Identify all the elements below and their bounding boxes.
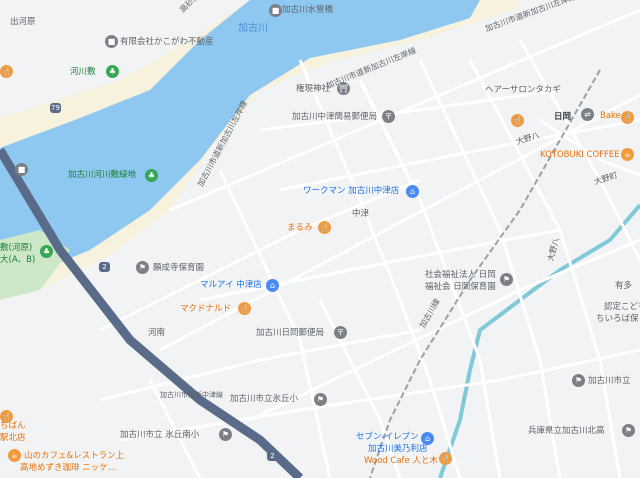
poi-label[interactable]: 高地めずき珈琲 ニッケ… bbox=[20, 463, 116, 473]
poi-label[interactable]: マクドナルド bbox=[180, 304, 231, 314]
place-label[interactable]: ちいろば保 bbox=[596, 314, 639, 324]
park-label[interactable]: 加古川河川敷緑地 bbox=[68, 170, 136, 180]
place-label[interactable]: 加古川市立氷丘小 bbox=[230, 394, 298, 404]
tree-icon[interactable]: ♣ bbox=[40, 245, 53, 258]
cafe-icon[interactable]: ☕ bbox=[621, 148, 634, 161]
place-label[interactable]: 願成寺保育園 bbox=[153, 263, 204, 273]
place-label[interactable]: 加古川日岡郵便局 bbox=[256, 328, 324, 338]
school-icon[interactable]: ⚑ bbox=[136, 261, 149, 274]
cafe-icon[interactable]: ☕ bbox=[8, 449, 21, 462]
building-icon[interactable]: ■ bbox=[15, 163, 28, 176]
post-office-icon[interactable]: 〒 bbox=[334, 326, 347, 339]
poi-label[interactable]: まるみ bbox=[287, 223, 313, 233]
route-shield: 2 bbox=[267, 451, 278, 461]
place-label[interactable]: 兵庫県立加古川北高 bbox=[528, 426, 605, 436]
shopping-bag-icon[interactable]: ⌂ bbox=[266, 279, 279, 292]
park-label[interactable]: 敷(河原) bbox=[0, 243, 32, 253]
tree-icon[interactable]: ♣ bbox=[106, 65, 119, 78]
poi-label[interactable]: KOTOBUKI COFFEE bbox=[540, 150, 620, 160]
place-label[interactable]: 権現神社 bbox=[296, 84, 330, 94]
building-icon[interactable]: ■ bbox=[269, 4, 282, 17]
poi-label[interactable]: 加古川美乃利店 bbox=[368, 444, 428, 454]
school-icon[interactable]: ⚑ bbox=[314, 393, 327, 406]
tree-icon[interactable]: ♣ bbox=[145, 169, 158, 182]
place-label[interactable]: 社会福祉法人 日岡 bbox=[425, 270, 496, 280]
building-icon[interactable]: ■ bbox=[105, 35, 118, 48]
place-label: 中津 bbox=[352, 209, 370, 219]
park-label[interactable]: 大(A、B) bbox=[0, 255, 35, 265]
place-label[interactable]: 加古川市立 bbox=[588, 376, 631, 386]
park-label[interactable]: 河川敷 bbox=[70, 67, 96, 77]
restaurant-icon[interactable]: 🍴 bbox=[238, 302, 251, 315]
restaurant-icon[interactable]: 🍴 bbox=[511, 114, 524, 127]
poi-label[interactable]: 山のカフェ&レストラン上 bbox=[24, 451, 124, 461]
restaurant-icon[interactable]: 🍴 bbox=[318, 221, 331, 234]
restaurant-icon[interactable]: 🍴 bbox=[0, 65, 13, 78]
route-shield: 2 bbox=[99, 262, 110, 272]
place-label[interactable]: 加古川水管橋 bbox=[282, 5, 333, 15]
restaurant-icon[interactable]: 🍴 bbox=[439, 452, 452, 465]
place-label[interactable]: 有多 bbox=[615, 281, 632, 291]
poi-label[interactable]: マルアイ 中津店 bbox=[200, 280, 262, 290]
shopping-bag-icon[interactable]: ⌂ bbox=[406, 185, 419, 198]
station-label[interactable]: 日岡 bbox=[554, 112, 571, 122]
poi-label[interactable]: 駅北店 bbox=[0, 433, 26, 443]
place-label[interactable]: 福祉会 日岡保育園 bbox=[425, 282, 496, 292]
school-icon[interactable]: ⚑ bbox=[572, 374, 585, 387]
place-label[interactable]: 出河原 bbox=[10, 17, 36, 27]
map-base bbox=[0, 0, 640, 478]
school-icon[interactable]: ⚑ bbox=[219, 428, 232, 441]
river-label: 加古川 bbox=[238, 23, 268, 34]
poi-label[interactable]: ワークマン 加古川中津店 bbox=[303, 186, 399, 196]
road-label: 加古川市道新中津線 bbox=[160, 391, 223, 399]
school-icon[interactable]: ⚑ bbox=[500, 273, 513, 286]
route-shield: 79 bbox=[50, 103, 61, 113]
poi-label[interactable]: Bake bbox=[600, 111, 621, 121]
place-label[interactable]: ヘアーサロンタカギ bbox=[485, 85, 561, 95]
map-canvas[interactable]: 2 2 79 ■ ■ ⛩ 〒 🍴 ☕ 🍴 ⌂ 🍴 ♣ ♣ ⚑ ⌂ 🍴 〒 ⚑ ⚑… bbox=[0, 0, 640, 478]
poi-label[interactable]: ちばん bbox=[0, 421, 26, 431]
train-icon[interactable]: ⇌ bbox=[581, 108, 594, 121]
poi-label[interactable]: セブン-イレブン bbox=[356, 432, 419, 442]
place-label[interactable]: 有限会社かこがわ不動産 bbox=[120, 37, 214, 47]
school-icon[interactable]: ⚑ bbox=[622, 424, 635, 437]
restaurant-icon[interactable]: 🍴 bbox=[621, 111, 634, 124]
poi-label[interactable]: Wood Cafe 人と木 bbox=[364, 456, 438, 466]
place-label[interactable]: 加古川中津簡易郵便局 bbox=[292, 112, 377, 122]
post-office-icon[interactable]: 〒 bbox=[382, 110, 395, 123]
place-label[interactable]: 認定こども bbox=[604, 302, 640, 312]
place-label: 河南 bbox=[148, 328, 166, 338]
place-label[interactable]: 加古川市立 氷丘南小 bbox=[120, 430, 199, 440]
